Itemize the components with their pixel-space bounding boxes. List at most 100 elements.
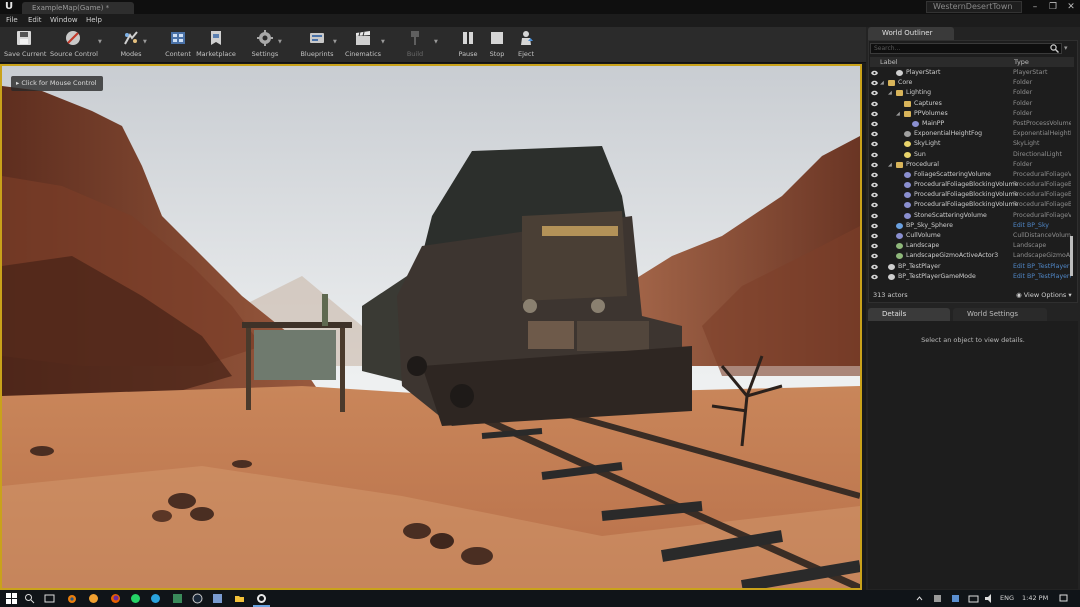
blender-icon[interactable] — [66, 593, 77, 604]
firefox-icon[interactable] — [110, 593, 121, 604]
filter-icon[interactable]: ▾ — [1064, 44, 1074, 53]
app-icon[interactable] — [212, 593, 223, 604]
visibility-eye-icon[interactable] — [871, 111, 878, 117]
volume-icon[interactable] — [984, 593, 995, 604]
visibility-eye-icon[interactable] — [871, 131, 878, 137]
language-indicator[interactable]: ENG — [1000, 594, 1014, 602]
chevron-up-icon[interactable] — [914, 593, 925, 604]
telegram-icon[interactable] — [150, 593, 161, 604]
notifications-icon[interactable] — [1058, 593, 1069, 604]
level-tab[interactable]: ExampleMap(Game) * — [22, 2, 134, 14]
outliner-row[interactable]: FoliageScatteringVolume ProceduralFoliage… — [870, 170, 1074, 180]
view-options-button[interactable]: ◉ View Options ▾ — [1016, 290, 1072, 301]
expand-arrow-icon[interactable]: ◢ — [888, 88, 892, 98]
outliner-row[interactable]: ◢ PPVolumes Folder — [870, 109, 1074, 119]
source-control-button[interactable]: Source Control — [50, 29, 98, 61]
tab-world-outliner[interactable]: World Outliner — [868, 27, 954, 40]
app-tray-icon[interactable] — [932, 593, 943, 604]
expand-arrow-icon[interactable]: ◢ — [888, 160, 892, 170]
outliner-row[interactable]: Captures Folder — [870, 99, 1074, 109]
modes-button[interactable]: Modes — [114, 29, 148, 61]
stop-button[interactable]: Stop — [486, 29, 508, 61]
network-icon[interactable] — [968, 593, 979, 604]
visibility-eye-icon[interactable] — [871, 213, 878, 219]
chevron-down-icon[interactable]: ▼ — [98, 39, 102, 45]
edit-blueprint-link[interactable]: Edit BP_Sky — [1013, 221, 1071, 231]
settings-button[interactable]: Settings — [250, 29, 280, 61]
edit-blueprint-link[interactable]: Edit BP_TestPlayerGameMode — [1013, 272, 1071, 282]
content-button[interactable]: Content — [162, 29, 194, 61]
menu-help[interactable]: Help — [86, 16, 102, 24]
build-button[interactable]: Build — [400, 29, 430, 61]
chevron-down-icon[interactable]: ▼ — [333, 39, 337, 45]
search-icon[interactable] — [1050, 44, 1059, 53]
save-current-button[interactable]: Save Current — [4, 29, 46, 61]
app-icon[interactable] — [88, 593, 99, 604]
mouse-control-hint[interactable]: ▸ Click for Mouse Control — [11, 76, 103, 91]
visibility-eye-icon[interactable] — [871, 141, 878, 147]
unreal-engine-icon[interactable] — [256, 593, 267, 604]
outliner-row[interactable]: ProceduralFoliageBlockingVolume Procedura… — [870, 190, 1074, 200]
clock[interactable]: 1:42 PM — [1022, 594, 1048, 602]
expand-arrow-icon[interactable]: ◢ — [880, 78, 884, 88]
search-icon[interactable] — [24, 593, 35, 604]
outliner-row[interactable]: ◢ Lighting Folder — [870, 88, 1074, 98]
outliner-row[interactable]: ExponentialHeightFog ExponentialHeightFog — [870, 129, 1074, 139]
visibility-eye-icon[interactable] — [871, 274, 878, 280]
visibility-eye-icon[interactable] — [871, 80, 878, 86]
close-button[interactable]: ✕ — [1064, 1, 1078, 13]
minimize-button[interactable]: – — [1028, 1, 1042, 13]
chevron-down-icon[interactable]: ▼ — [143, 39, 147, 45]
tab-details[interactable]: Details — [868, 308, 950, 321]
edit-blueprint-link[interactable]: Edit BP_TestPlayer — [1013, 262, 1071, 272]
outliner-row[interactable]: ◢ Core Folder — [870, 78, 1074, 88]
maximize-button[interactable]: ❐ — [1046, 1, 1060, 13]
menu-file[interactable]: File — [6, 16, 18, 24]
outliner-row[interactable]: ◢ Procedural Folder — [870, 160, 1074, 170]
visibility-eye-icon[interactable] — [871, 233, 878, 239]
outliner-row[interactable]: LandscapeGizmoActiveActor3 LandscapeGizmo… — [870, 251, 1074, 261]
outliner-row[interactable]: Landscape Landscape — [870, 241, 1074, 251]
level-viewport[interactable]: ▸ Click for Mouse Control — [0, 64, 862, 590]
outliner-row[interactable]: ProceduralFoliageBlockingVolume Procedura… — [870, 180, 1074, 190]
visibility-eye-icon[interactable] — [871, 202, 878, 208]
windows-start-icon[interactable] — [6, 593, 17, 604]
blueprints-button[interactable]: Blueprints — [298, 29, 336, 61]
visibility-eye-icon[interactable] — [871, 121, 878, 127]
visibility-eye-icon[interactable] — [871, 152, 878, 158]
outliner-row[interactable]: ProceduralFoliageBlockingVolume Procedura… — [870, 200, 1074, 210]
outliner-row[interactable]: MainPP PostProcessVolume — [870, 119, 1074, 129]
visibility-eye-icon[interactable] — [871, 172, 878, 178]
task-view-icon[interactable] — [44, 593, 55, 604]
outliner-row[interactable]: CullVolume CullDistanceVolume — [870, 231, 1074, 241]
app-tray-icon[interactable] — [950, 593, 961, 604]
visibility-eye-icon[interactable] — [871, 162, 878, 168]
column-type[interactable]: Type — [1014, 58, 1029, 66]
visibility-eye-icon[interactable] — [871, 223, 878, 229]
visibility-eye-icon[interactable] — [871, 264, 878, 270]
outliner-row[interactable]: BP_TestPlayer Edit BP_TestPlayer — [870, 262, 1074, 272]
menu-window[interactable]: Window — [50, 16, 78, 24]
marketplace-button[interactable]: Marketplace — [196, 29, 236, 61]
visibility-eye-icon[interactable] — [871, 192, 878, 198]
visibility-eye-icon[interactable] — [871, 182, 878, 188]
column-label[interactable]: Label — [880, 58, 898, 66]
cinematics-button[interactable]: Cinematics — [344, 29, 382, 61]
outliner-row[interactable]: BP_Sky_Sphere Edit BP_Sky — [870, 221, 1074, 231]
steam-icon[interactable] — [192, 593, 203, 604]
visibility-eye-icon[interactable] — [871, 243, 878, 249]
visibility-eye-icon[interactable] — [871, 90, 878, 96]
outliner-scrollbar[interactable] — [1070, 236, 1073, 276]
chevron-down-icon[interactable]: ▼ — [434, 39, 438, 45]
outliner-row[interactable]: BP_TestPlayerGameMode Edit BP_TestPlayerG… — [870, 272, 1074, 282]
chevron-down-icon[interactable]: ▼ — [381, 39, 385, 45]
outliner-row[interactable]: Sun DirectionalLight — [870, 150, 1074, 160]
media-player-icon[interactable] — [172, 593, 183, 604]
outliner-row[interactable]: StoneScatteringVolume ProceduralFoliageVo… — [870, 211, 1074, 221]
outliner-row[interactable]: PlayerStart PlayerStart — [870, 68, 1074, 78]
menu-edit[interactable]: Edit — [28, 16, 42, 24]
pause-button[interactable]: Pause — [456, 29, 480, 61]
outliner-row[interactable]: SkyLight SkyLight — [870, 139, 1074, 149]
visibility-eye-icon[interactable] — [871, 101, 878, 107]
visibility-eye-icon[interactable] — [871, 70, 878, 76]
